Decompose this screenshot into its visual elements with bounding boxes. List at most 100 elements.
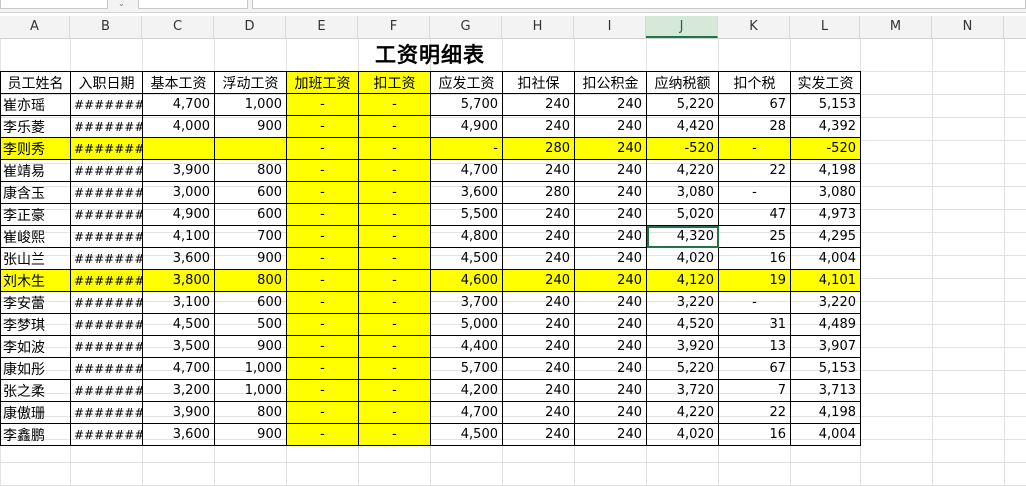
cell-deduct[interactable]: - <box>358 247 431 270</box>
cell-taxable[interactable]: -520 <box>646 137 719 160</box>
column-header-cell[interactable]: 员工姓名 <box>0 71 71 94</box>
cell-float[interactable]: 600 <box>214 181 287 204</box>
cell-name[interactable]: 康含玉 <box>0 181 71 204</box>
column-header-f[interactable]: F <box>358 16 430 38</box>
cell-net[interactable]: 4,198 <box>790 401 861 424</box>
cell-tax[interactable]: 47 <box>718 203 791 226</box>
cell-deduct[interactable]: - <box>358 225 431 248</box>
cell-deduct[interactable]: - <box>358 93 431 116</box>
cell-deduct[interactable]: - <box>358 203 431 226</box>
cell-float[interactable]: 900 <box>214 115 287 138</box>
column-header-cell[interactable]: 应纳税额 <box>646 71 719 94</box>
cell-fund[interactable]: 240 <box>574 247 647 270</box>
cell-fund[interactable]: 240 <box>574 357 647 380</box>
cell-deduct[interactable]: - <box>358 137 431 160</box>
cell-float[interactable]: 900 <box>214 247 287 270</box>
cell-social[interactable]: 240 <box>502 225 575 248</box>
cell-social[interactable]: 240 <box>502 247 575 270</box>
cell-overtime[interactable]: - <box>286 225 359 248</box>
cell-gross[interactable]: 4,600 <box>430 269 503 292</box>
cell-name[interactable]: 李安蕾 <box>0 291 71 314</box>
column-header-i[interactable]: I <box>574 16 646 38</box>
cell-net[interactable]: 4,489 <box>790 313 861 336</box>
cell-net[interactable]: 3,220 <box>790 291 861 314</box>
cell-net[interactable]: 3,080 <box>790 181 861 204</box>
cell-fund[interactable]: 240 <box>574 181 647 204</box>
cell-taxable[interactable]: 3,920 <box>646 335 719 358</box>
cell-gross[interactable]: - <box>430 137 503 160</box>
cell-net[interactable]: 4,392 <box>790 115 861 138</box>
cell-date[interactable]: ######## <box>70 423 143 446</box>
cell-date[interactable]: ######## <box>70 357 143 380</box>
cell-name[interactable]: 李梦琪 <box>0 313 71 336</box>
column-header-g[interactable]: G <box>430 16 502 38</box>
cell-tax[interactable]: 16 <box>718 247 791 270</box>
cell-date[interactable]: ######## <box>70 137 143 160</box>
column-header-cell[interactable]: 应发工资 <box>430 71 503 94</box>
cell-taxable[interactable]: 4,320 <box>646 225 719 248</box>
cell-base[interactable]: 3,000 <box>142 181 215 204</box>
cell-tax[interactable]: 22 <box>718 401 791 424</box>
cell-base[interactable]: 4,700 <box>142 357 215 380</box>
cell-deduct[interactable]: - <box>358 335 431 358</box>
cell-social[interactable]: 240 <box>502 313 575 336</box>
cell-fund[interactable]: 240 <box>574 137 647 160</box>
cell-gross[interactable]: 3,700 <box>430 291 503 314</box>
cell-overtime[interactable]: - <box>286 159 359 182</box>
cell-social[interactable]: 240 <box>502 115 575 138</box>
cell-taxable[interactable]: 4,120 <box>646 269 719 292</box>
cell-gross[interactable]: 4,500 <box>430 247 503 270</box>
cell-deduct[interactable]: - <box>358 291 431 314</box>
cell-name[interactable]: 崔峻熙 <box>0 225 71 248</box>
cell-base[interactable]: 4,700 <box>142 93 215 116</box>
cell-date[interactable]: ######## <box>70 291 143 314</box>
cell-social[interactable]: 240 <box>502 379 575 402</box>
cell-gross[interactable]: 4,700 <box>430 401 503 424</box>
cell-base[interactable]: 3,900 <box>142 401 215 424</box>
cell-tax[interactable]: 67 <box>718 93 791 116</box>
formula-input[interactable] <box>252 0 1026 9</box>
column-header-k[interactable]: K <box>718 16 790 38</box>
cell-date[interactable]: ######## <box>70 313 143 336</box>
cell-name[interactable]: 李乐菱 <box>0 115 71 138</box>
cell-net[interactable]: 4,101 <box>790 269 861 292</box>
cell-deduct[interactable]: - <box>358 401 431 424</box>
cell-overtime[interactable]: - <box>286 137 359 160</box>
cell-date[interactable]: ######## <box>70 181 143 204</box>
cell-fund[interactable]: 240 <box>574 335 647 358</box>
cell-fund[interactable]: 240 <box>574 203 647 226</box>
sheet-title[interactable]: 工资明细表 <box>0 39 860 71</box>
cell-social[interactable]: 280 <box>502 181 575 204</box>
column-header-j[interactable]: J <box>646 16 718 38</box>
cell-name[interactable]: 张山兰 <box>0 247 71 270</box>
name-box[interactable] <box>0 0 108 9</box>
cell-overtime[interactable]: - <box>286 115 359 138</box>
cell-taxable[interactable]: 5,220 <box>646 357 719 380</box>
column-header-cell[interactable]: 扣公积金 <box>574 71 647 94</box>
cell-taxable[interactable]: 4,020 <box>646 247 719 270</box>
expand-arrow-icon[interactable]: ⌄ <box>118 0 125 8</box>
cell-base[interactable]: 3,100 <box>142 291 215 314</box>
cell-taxable[interactable]: 5,020 <box>646 203 719 226</box>
cell-date[interactable]: ######## <box>70 93 143 116</box>
column-header-cell[interactable]: 扣工资 <box>358 71 431 94</box>
cell-deduct[interactable]: - <box>358 313 431 336</box>
cell-float[interactable]: 900 <box>214 423 287 446</box>
cell-overtime[interactable]: - <box>286 423 359 446</box>
cell-fund[interactable]: 240 <box>574 291 647 314</box>
cell-net[interactable]: 5,153 <box>790 357 861 380</box>
formula-buttons[interactable] <box>138 0 248 9</box>
cell-name[interactable]: 李正豪 <box>0 203 71 226</box>
cell-date[interactable]: ######## <box>70 401 143 424</box>
cell-social[interactable]: 240 <box>502 401 575 424</box>
cell-float[interactable]: 1,000 <box>214 379 287 402</box>
cell-gross[interactable]: 4,200 <box>430 379 503 402</box>
cell-social[interactable]: 240 <box>502 93 575 116</box>
cell-gross[interactable]: 4,500 <box>430 423 503 446</box>
cell-name[interactable]: 李如波 <box>0 335 71 358</box>
cell-tax[interactable]: 31 <box>718 313 791 336</box>
cell-taxable[interactable]: 3,720 <box>646 379 719 402</box>
cell-base[interactable]: 3,600 <box>142 247 215 270</box>
cell-overtime[interactable]: - <box>286 247 359 270</box>
column-header-cell[interactable]: 扣社保 <box>502 71 575 94</box>
